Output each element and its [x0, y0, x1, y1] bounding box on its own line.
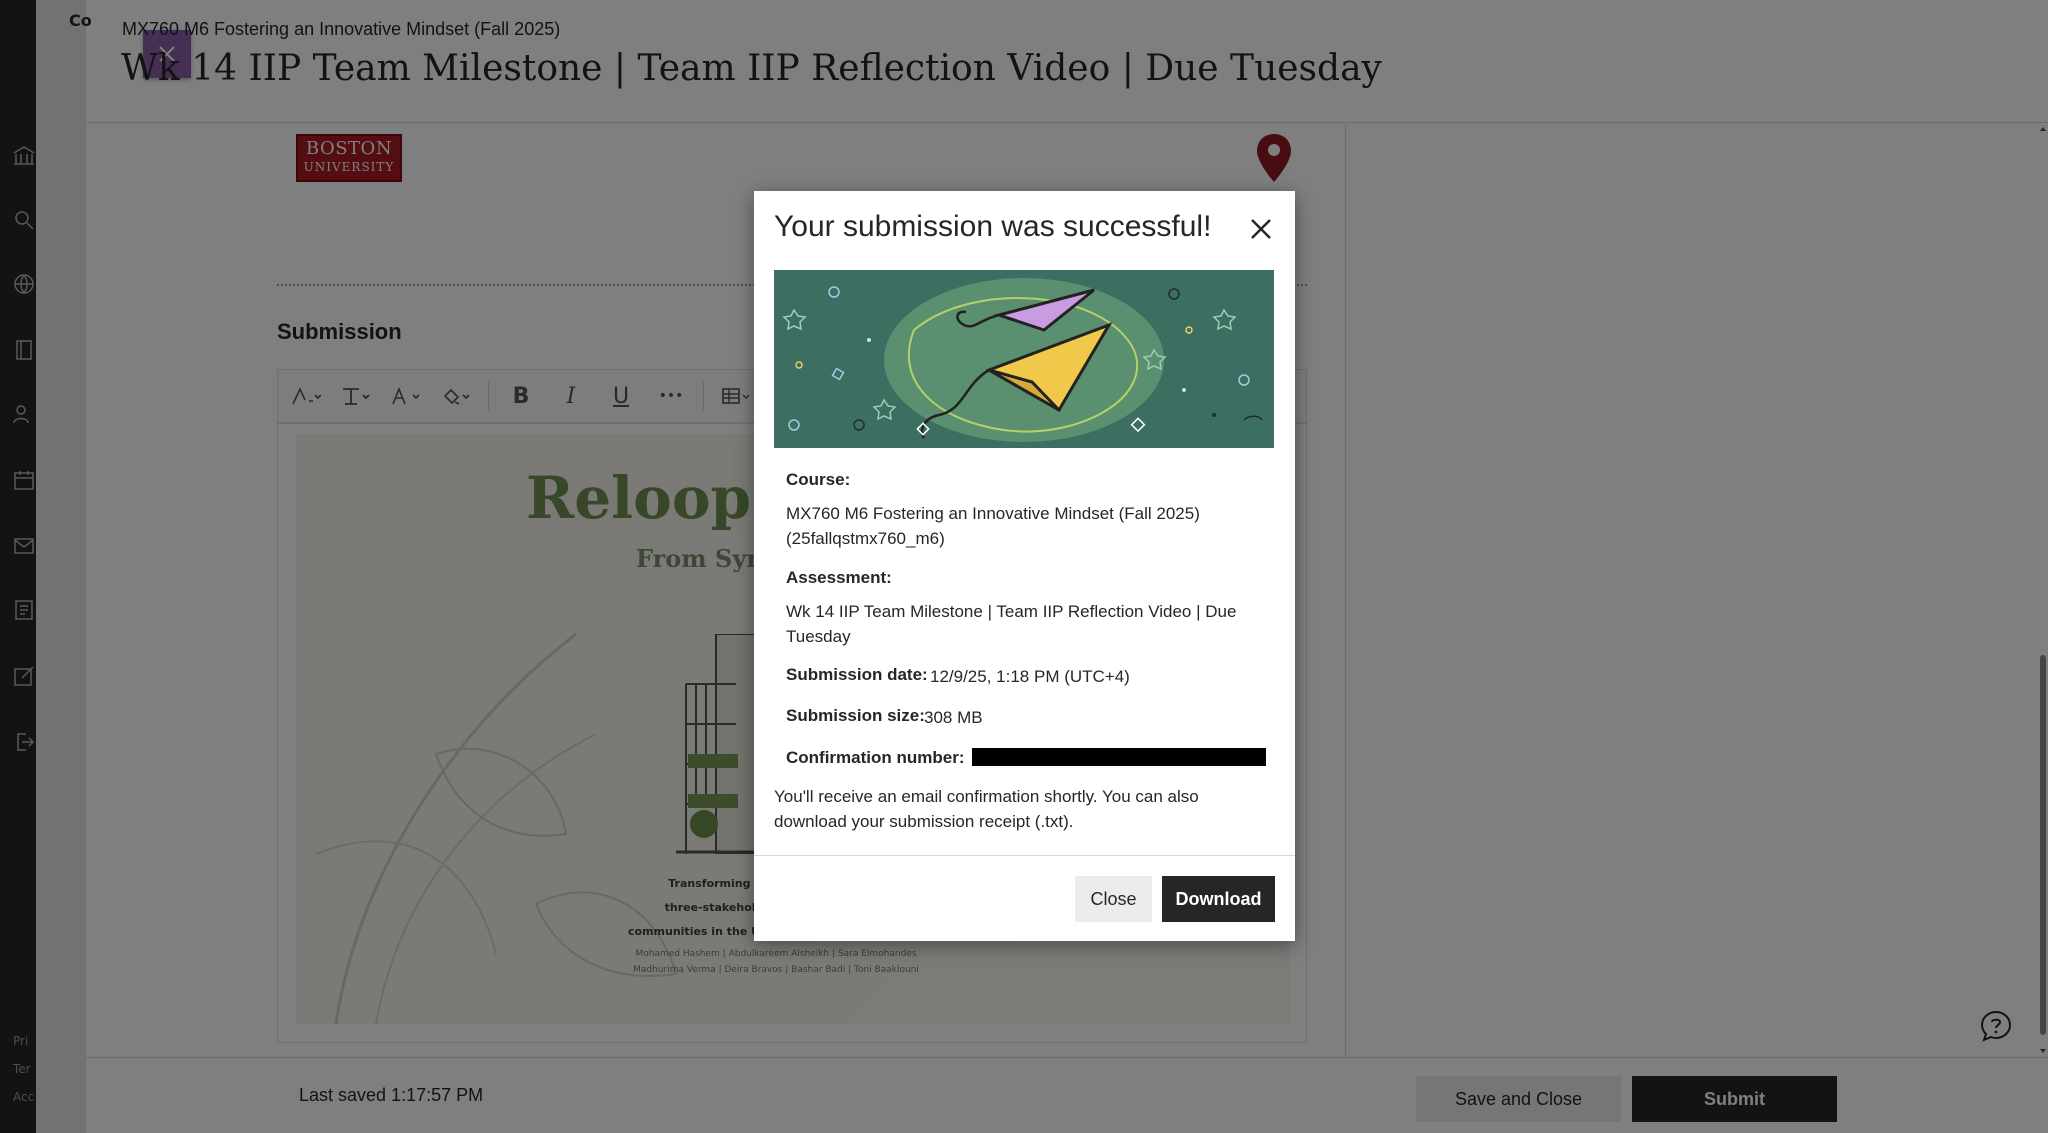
submission-date-label: Submission date:	[786, 665, 928, 684]
course-label: Course:	[786, 470, 851, 489]
close-icon	[1251, 219, 1271, 239]
submission-date-value: 12/9/25, 1:18 PM (UTC+4)	[930, 667, 1130, 686]
receipt-note: You'll receive an email confirmation sho…	[774, 787, 1199, 831]
submission-success-dialog: Your submission was successful! Course: …	[754, 191, 1295, 941]
paper-plane-icon	[782, 278, 1263, 442]
dialog-footer: Close Download	[754, 855, 1295, 941]
submission-size-label: Submission size:	[786, 706, 925, 725]
close-button[interactable]: Close	[1075, 876, 1152, 922]
assessment-value: Wk 14 IIP Team Milestone | Team IIP Refl…	[786, 602, 1237, 646]
assessment-label: Assessment:	[786, 568, 892, 587]
download-button[interactable]: Download	[1162, 876, 1275, 922]
dialog-close-button[interactable]	[1243, 211, 1279, 247]
course-value: MX760 M6 Fostering an Innovative Mindset…	[786, 504, 1200, 548]
submission-size-value: 308 MB	[924, 708, 983, 727]
paper-plane-illustration	[774, 270, 1274, 448]
confirmation-number-label: Confirmation number:	[786, 748, 965, 767]
confirmation-number-redacted	[972, 748, 1266, 766]
dialog-title: Your submission was successful!	[774, 210, 1212, 243]
